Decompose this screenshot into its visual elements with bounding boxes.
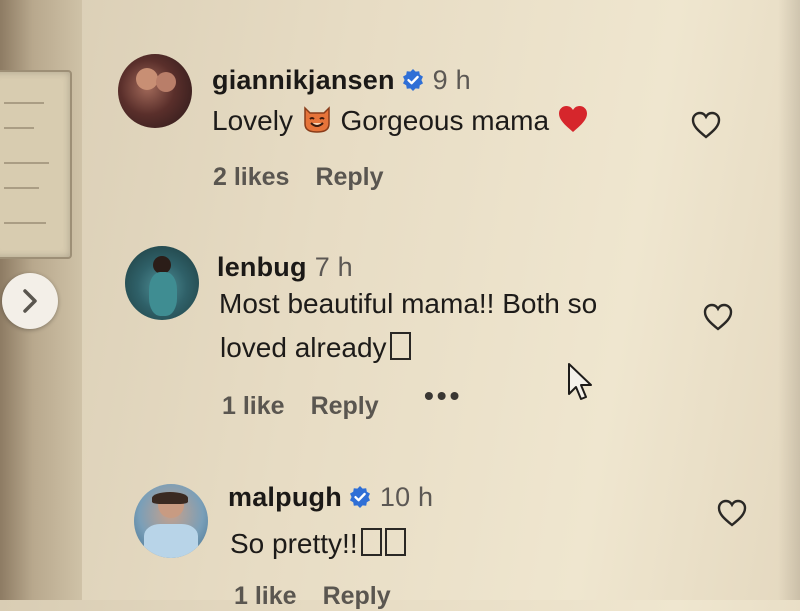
- invitation-card-image: [0, 70, 72, 259]
- username[interactable]: giannikjansen: [212, 65, 395, 95]
- like-heart-icon[interactable]: [702, 302, 734, 332]
- missing-emoji-glyph: [384, 528, 406, 556]
- comment-actions: 1 like Reply: [234, 582, 417, 611]
- more-options-button[interactable]: •••: [424, 380, 462, 412]
- comment-header: malpugh 10 h: [228, 482, 433, 513]
- username[interactable]: lenbug: [217, 252, 307, 282]
- missing-emoji-glyph: [389, 332, 411, 360]
- reply-button[interactable]: Reply: [315, 163, 383, 191]
- comment-text: Lovely Gorgeous mama: [212, 99, 589, 143]
- likes-count[interactable]: 1 like: [234, 582, 297, 610]
- reply-button[interactable]: Reply: [323, 582, 391, 610]
- verified-badge-icon: [402, 69, 423, 91]
- like-heart-icon[interactable]: [716, 498, 748, 528]
- comment-time: 9 h: [432, 65, 471, 95]
- comment-actions: 1 like Reply: [222, 392, 405, 421]
- comment-time: 7 h: [314, 252, 353, 282]
- comment-header: lenbug 7 h: [217, 252, 353, 283]
- comment-text-part: So pretty!!: [230, 528, 358, 559]
- avatar[interactable]: [134, 484, 208, 558]
- reply-button[interactable]: Reply: [311, 392, 379, 420]
- smiling-cat-icon: [303, 106, 330, 133]
- username[interactable]: malpugh: [228, 482, 342, 512]
- likes-count[interactable]: 2 likes: [213, 163, 289, 191]
- comment-text: So pretty!!: [230, 522, 406, 566]
- left-photo-strip: [0, 0, 82, 600]
- missing-emoji-glyph: [360, 528, 382, 556]
- avatar[interactable]: [118, 54, 192, 128]
- comment-text-part: Gorgeous mama: [340, 105, 550, 136]
- comment-text-part: Lovely: [212, 105, 293, 136]
- comment-actions: 2 likes Reply: [213, 163, 410, 192]
- panel-edge-shadow: [778, 0, 800, 600]
- chevron-right-icon: [23, 289, 37, 313]
- comment-header: giannikjansen 9 h: [212, 65, 471, 96]
- comment-time: 10 h: [379, 482, 434, 512]
- red-heart-icon: [558, 106, 587, 132]
- comment-text-line: Most beautiful mama!! Both so: [219, 288, 598, 319]
- comment-text-line: loved already: [220, 326, 411, 370]
- next-photo-button[interactable]: [2, 273, 58, 329]
- like-heart-icon[interactable]: [690, 110, 722, 140]
- likes-count[interactable]: 1 like: [222, 392, 285, 420]
- verified-badge-icon: [349, 486, 370, 508]
- comment-text-part: loved already: [220, 332, 387, 363]
- avatar[interactable]: [125, 246, 199, 320]
- mouse-cursor-icon: [568, 363, 592, 400]
